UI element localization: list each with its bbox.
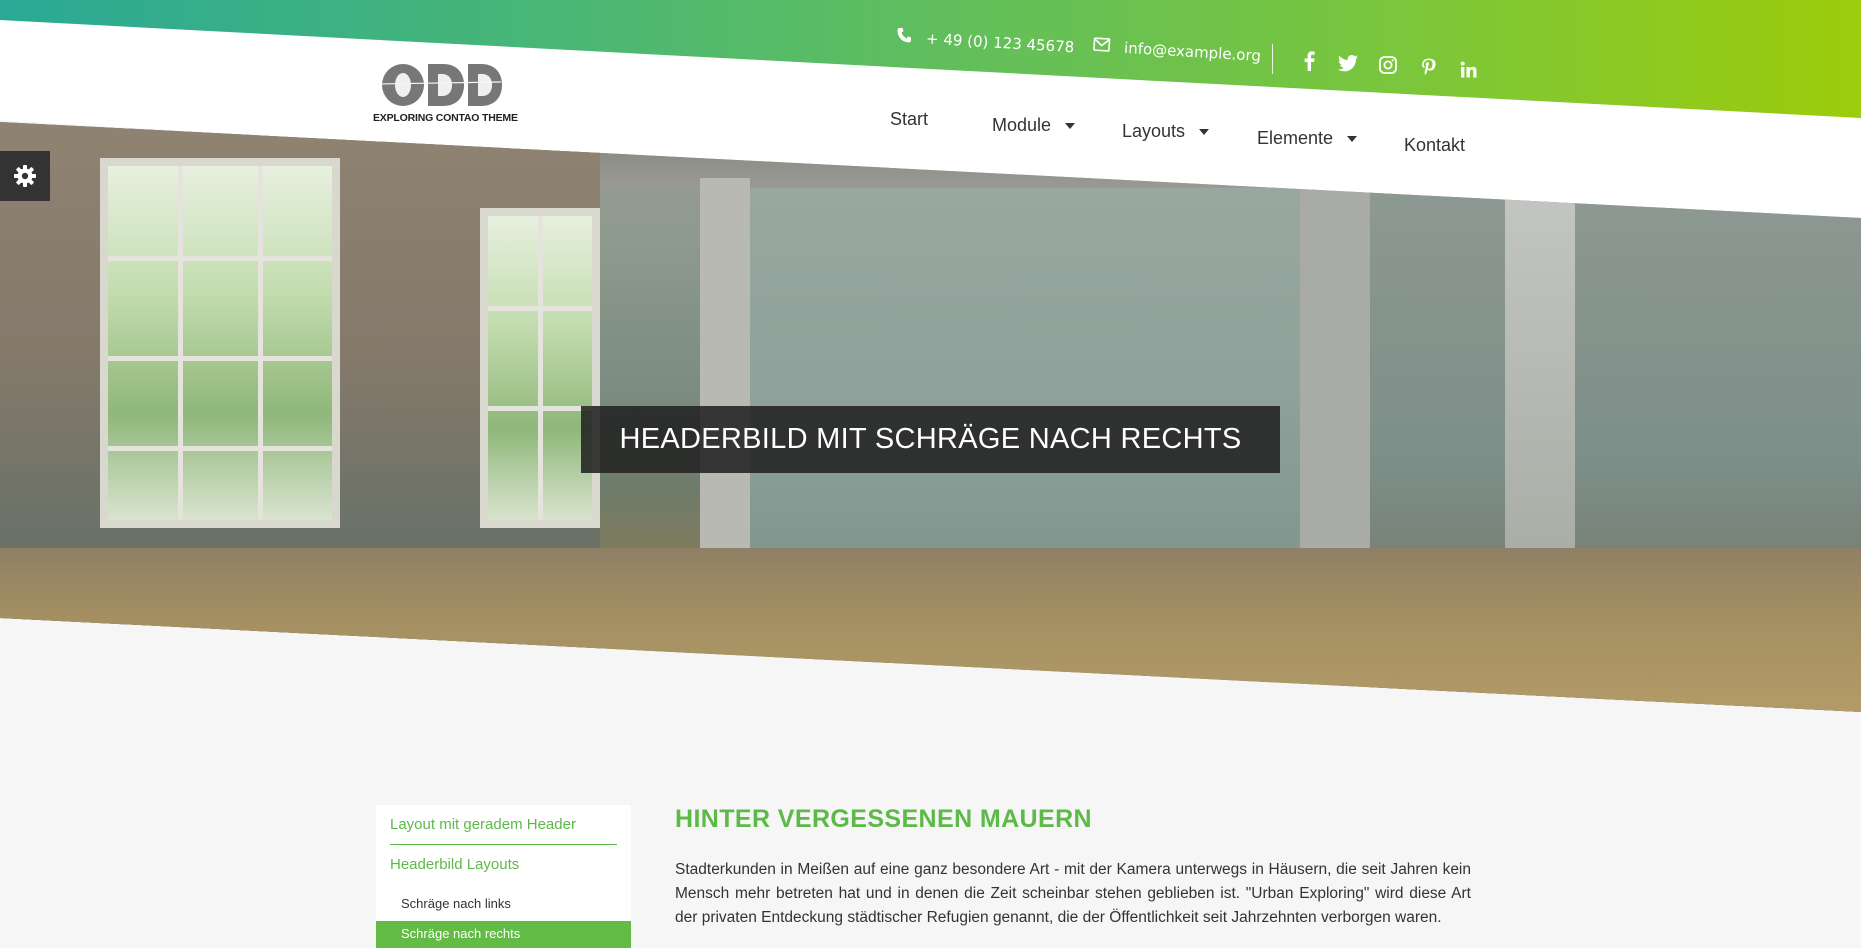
nav-item-layouts[interactable]: Layouts: [1122, 121, 1210, 142]
nav-item-elemente[interactable]: Elemente: [1257, 128, 1358, 149]
page-title: HINTER VERGESSENEN MAUERN: [675, 805, 1092, 833]
hero-back-wall: [720, 188, 1320, 588]
chevron-down-icon: [1199, 128, 1210, 135]
sidebar-subitem-schraege-rechts[interactable]: Schräge nach rechts: [376, 921, 631, 948]
sidebar-subitem-label: Schräge nach rechts: [401, 926, 521, 941]
nav-label: Elemente: [1257, 128, 1334, 148]
hero-caption: HEADERBILD MIT SCHRÄGE NACH RECHTS: [581, 406, 1280, 473]
hero-window: [100, 158, 340, 528]
intro-paragraph: Stadterkunden in Meißen auf eine ganz be…: [675, 861, 1471, 926]
nav-item-start[interactable]: Start: [890, 109, 928, 130]
nav-item-module[interactable]: Module: [992, 115, 1076, 136]
nav-label: Layouts: [1122, 121, 1186, 141]
nav-label: Module: [992, 115, 1052, 135]
site-logo[interactable]: EXPLORING CONTAO THEME: [373, 60, 518, 130]
phone-icon: [896, 27, 913, 48]
hero-door-frame: [700, 178, 750, 598]
envelope-icon: [1093, 37, 1111, 56]
logo-graphic: [376, 64, 502, 106]
sidebar-item-gerader-header[interactable]: Layout mit geradem Header: [390, 816, 576, 833]
linkedin-icon[interactable]: [1457, 58, 1479, 80]
chevron-down-icon: [1065, 122, 1076, 129]
logo-tagline: EXPLORING CONTAO THEME: [373, 112, 518, 124]
pinterest-icon[interactable]: [1417, 56, 1439, 78]
hero-floor: [0, 548, 1861, 712]
nav-item-kontakt[interactable]: Kontakt: [1404, 135, 1465, 156]
instagram-icon[interactable]: [1377, 54, 1399, 76]
sidebar-item-headerbild-layouts[interactable]: Headerbild Layouts: [390, 856, 519, 873]
nav-label: Start: [890, 109, 929, 129]
facebook-icon[interactable]: [1298, 50, 1320, 72]
sidebar-nav: Layout mit geradem Header Headerbild Lay…: [376, 805, 631, 948]
hero-window: [480, 208, 600, 528]
sidebar-divider: [390, 844, 617, 845]
nav-label: Kontakt: [1404, 135, 1466, 155]
contact-divider: [1272, 44, 1273, 74]
sidebar-subitem-schraege-links[interactable]: Schräge nach links: [401, 896, 511, 911]
settings-toggle[interactable]: [0, 151, 50, 201]
chevron-down-icon: [1347, 135, 1358, 142]
gear-icon: [14, 165, 36, 187]
twitter-icon[interactable]: [1337, 52, 1359, 74]
